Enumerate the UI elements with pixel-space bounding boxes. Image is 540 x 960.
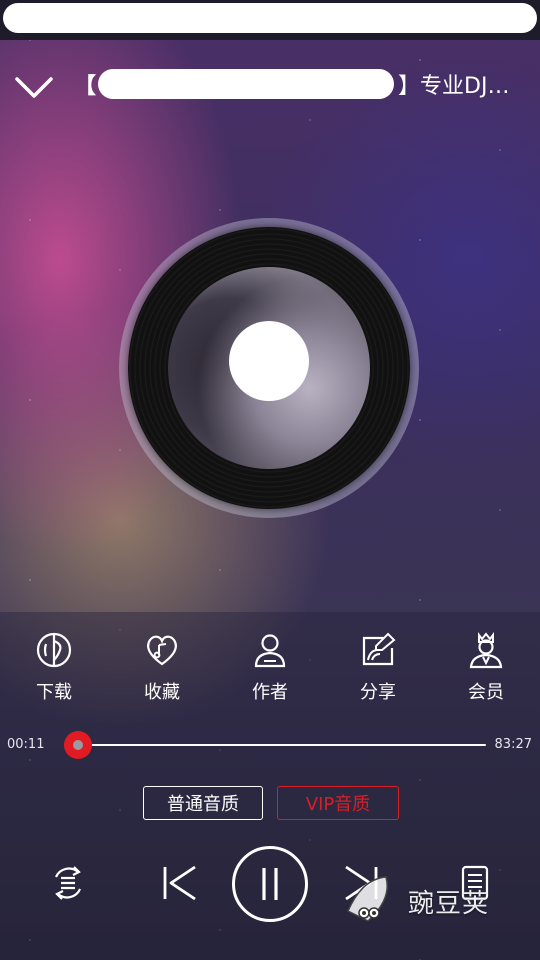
song-title-suffix: 】专业DJ…	[398, 74, 510, 99]
vinyl-disc	[128, 227, 410, 509]
author-button[interactable]: 作者	[230, 630, 310, 720]
action-bar: 下载 收藏 作者 分享 会员	[0, 630, 540, 720]
vip-button[interactable]: 会员	[446, 630, 526, 720]
progress-track[interactable]	[63, 731, 486, 759]
download-label: 下载	[36, 682, 72, 703]
status-bar-redacted	[3, 3, 537, 33]
album-cover	[168, 267, 370, 469]
collapse-button[interactable]	[12, 66, 56, 110]
pause-icon	[262, 868, 278, 900]
normal-quality-button[interactable]: 普通音质	[143, 786, 263, 820]
pea-pod-logo-icon	[347, 876, 388, 922]
favorite-button[interactable]: 收藏	[122, 630, 202, 720]
share-icon	[362, 632, 396, 666]
download-button[interactable]: 下载	[14, 630, 94, 720]
chevron-down-icon	[15, 77, 53, 98]
song-title-prefix: 【	[74, 74, 97, 99]
share-label: 分享	[360, 682, 396, 703]
current-time: 00:11	[7, 737, 45, 752]
play-mode-button[interactable]	[47, 862, 89, 904]
vip-label: 会员	[468, 682, 504, 703]
author-label: 作者	[252, 682, 288, 703]
playlist-loop-icon	[54, 866, 82, 900]
author-person-icon	[254, 634, 286, 668]
favorite-heart-icon	[147, 635, 177, 666]
quality-selector: 普通音质 VIP音质	[0, 786, 540, 820]
download-icon	[36, 632, 72, 668]
previous-icon	[163, 865, 196, 901]
previous-button[interactable]	[158, 862, 200, 904]
favorite-label: 收藏	[144, 682, 180, 703]
share-button[interactable]: 分享	[338, 630, 418, 720]
status-bar	[0, 0, 540, 40]
progress-thumb-center	[72, 740, 83, 750]
vip-quality-button[interactable]: VIP音质	[277, 786, 399, 820]
song-title: 【 】专业DJ…	[74, 66, 524, 102]
progress-thumb[interactable]	[63, 731, 92, 759]
pause-button[interactable]	[232, 846, 308, 922]
watermark: 豌豆荚	[342, 868, 512, 934]
song-title-redacted	[98, 69, 395, 99]
player-header: 【 】专业DJ…	[0, 58, 540, 114]
watermark-text: 豌豆荚	[408, 888, 490, 919]
album-cover-redacted-face	[229, 321, 309, 401]
progress-bar: 00:11 83:27	[0, 730, 540, 760]
total-time: 83:27	[494, 737, 532, 752]
vinyl-disc-frame	[119, 218, 419, 518]
vip-crown-person-icon	[469, 632, 503, 669]
